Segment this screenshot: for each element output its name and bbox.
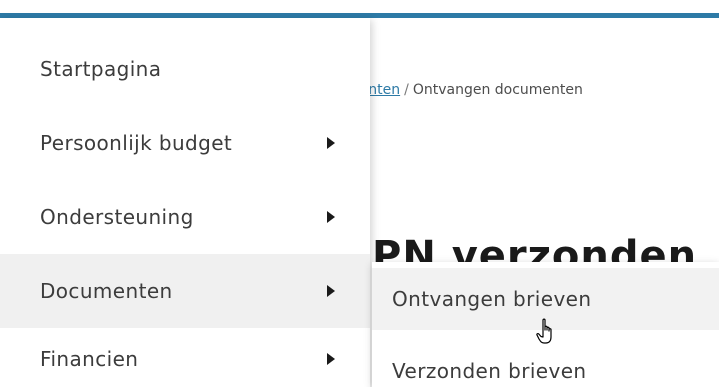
menu-item-documenten[interactable]: Documenten <box>0 254 370 328</box>
breadcrumb: menten / Ontvangen documenten <box>346 82 583 98</box>
menu-item-label: Ondersteuning <box>40 205 194 229</box>
submenu-item-label: Verzonden brieven <box>392 359 587 383</box>
menu-item-persoonlijk-budget[interactable]: Persoonlijk budget <box>0 106 370 180</box>
breadcrumb-current: Ontvangen documenten <box>412 82 583 98</box>
menu-item-financien[interactable]: Financien <box>0 322 370 387</box>
menu-item-label: Startpagina <box>40 57 162 81</box>
triangle-right-icon <box>327 353 335 365</box>
triangle-right-icon <box>327 211 335 223</box>
triangle-right-icon <box>327 285 335 297</box>
menu-item-label: Financien <box>40 347 139 371</box>
submenu-item-label: Ontvangen brieven <box>392 287 592 311</box>
menu-item-label: Documenten <box>40 279 173 303</box>
hand-pointer-icon <box>536 318 552 344</box>
menu-item-startpagina[interactable]: Startpagina <box>0 32 370 106</box>
submenu-item-verzonden-brieven[interactable]: Verzonden brieven <box>372 340 719 387</box>
breadcrumb-separator: / <box>404 82 409 98</box>
menu-item-ondersteuning[interactable]: Ondersteuning <box>0 180 370 254</box>
page-title: PN verzonden <box>372 233 698 264</box>
main-menu: Startpagina Persoonlijk budget Ondersteu… <box>0 18 370 387</box>
triangle-right-icon <box>327 137 335 149</box>
menu-item-label: Persoonlijk budget <box>40 131 233 155</box>
